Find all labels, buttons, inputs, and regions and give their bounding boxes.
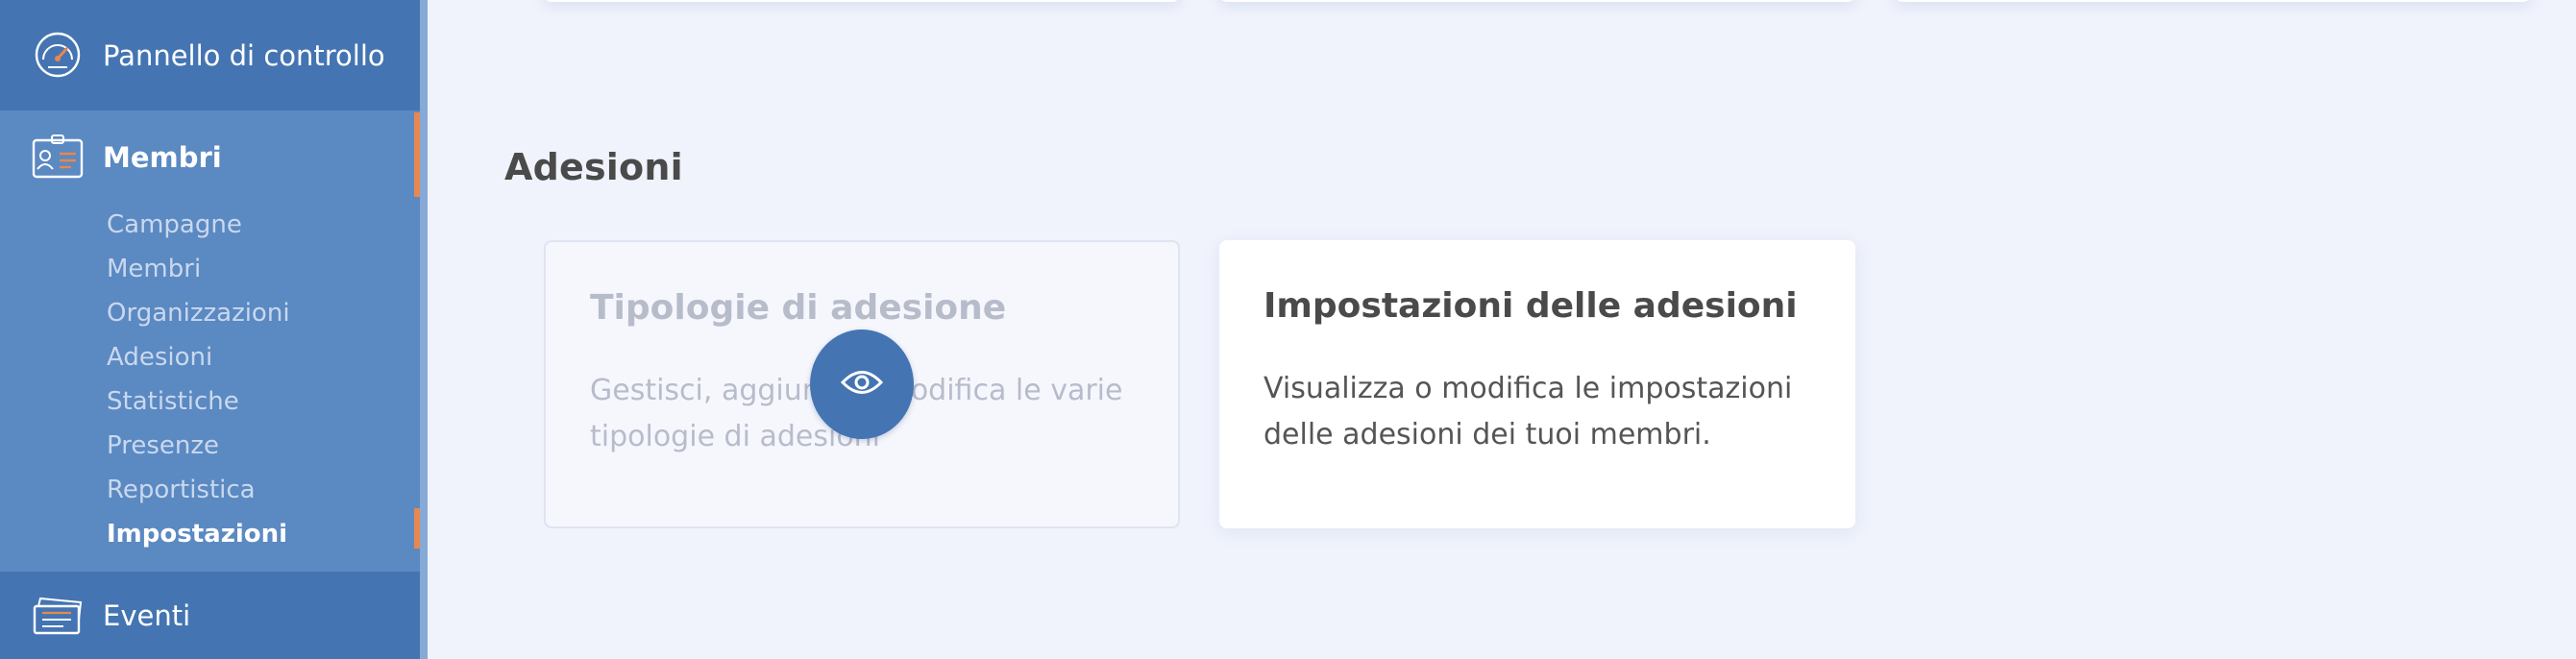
sidebar-group-members: Membri Campagne Membri Organizzazioni Ad… <box>0 110 420 572</box>
sidebar-item-label: Membri <box>103 140 222 174</box>
sidebar-item-events[interactable]: Eventi <box>0 572 420 659</box>
submenu-item-attendance[interactable]: Presenze <box>107 424 290 468</box>
membership-settings-card[interactable]: Impostazioni delle adesioni Visualizza o… <box>1219 240 1855 528</box>
section-title: Adesioni <box>504 146 683 188</box>
sidebar-item-label: Eventi <box>103 598 191 632</box>
scrolled-card[interactable] <box>544 0 1180 2</box>
card-title: Impostazioni delle adesioni <box>1263 286 1798 326</box>
submenu-item-memberships[interactable]: Adesioni <box>107 335 290 379</box>
scrolled-card[interactable] <box>1219 0 1855 2</box>
sidebar-item-label: Pannello di controllo <box>103 38 385 72</box>
submenu-item-members[interactable]: Membri <box>107 247 290 291</box>
sidebar: Pannello di controllo Membri Campagne Me… <box>0 0 420 659</box>
sidebar-item-dashboard[interactable]: Pannello di controllo <box>0 0 420 110</box>
scrolled-card[interactable] <box>1895 0 2531 2</box>
view-button[interactable] <box>810 330 914 439</box>
submenu-item-statistics[interactable]: Statistiche <box>107 379 290 424</box>
speedometer-icon <box>31 31 85 79</box>
card-title: Tipologie di adesione <box>590 288 1007 328</box>
submenu-item-settings[interactable]: Impostazioni <box>107 512 290 556</box>
eye-icon <box>840 368 884 401</box>
submenu-item-organizations[interactable]: Organizzazioni <box>107 291 290 335</box>
id-card-icon <box>31 133 85 181</box>
members-submenu: Campagne Membri Organizzazioni Adesioni … <box>107 203 290 556</box>
sidebar-edge <box>420 0 428 659</box>
card-description: Visualizza o modifica le impostazioni de… <box>1263 372 1793 452</box>
sidebar-item-members[interactable]: Membri <box>0 110 420 204</box>
submenu-item-reports[interactable]: Reportistica <box>107 468 290 512</box>
submenu-item-campaigns[interactable]: Campagne <box>107 203 290 247</box>
tickets-icon <box>31 591 85 639</box>
